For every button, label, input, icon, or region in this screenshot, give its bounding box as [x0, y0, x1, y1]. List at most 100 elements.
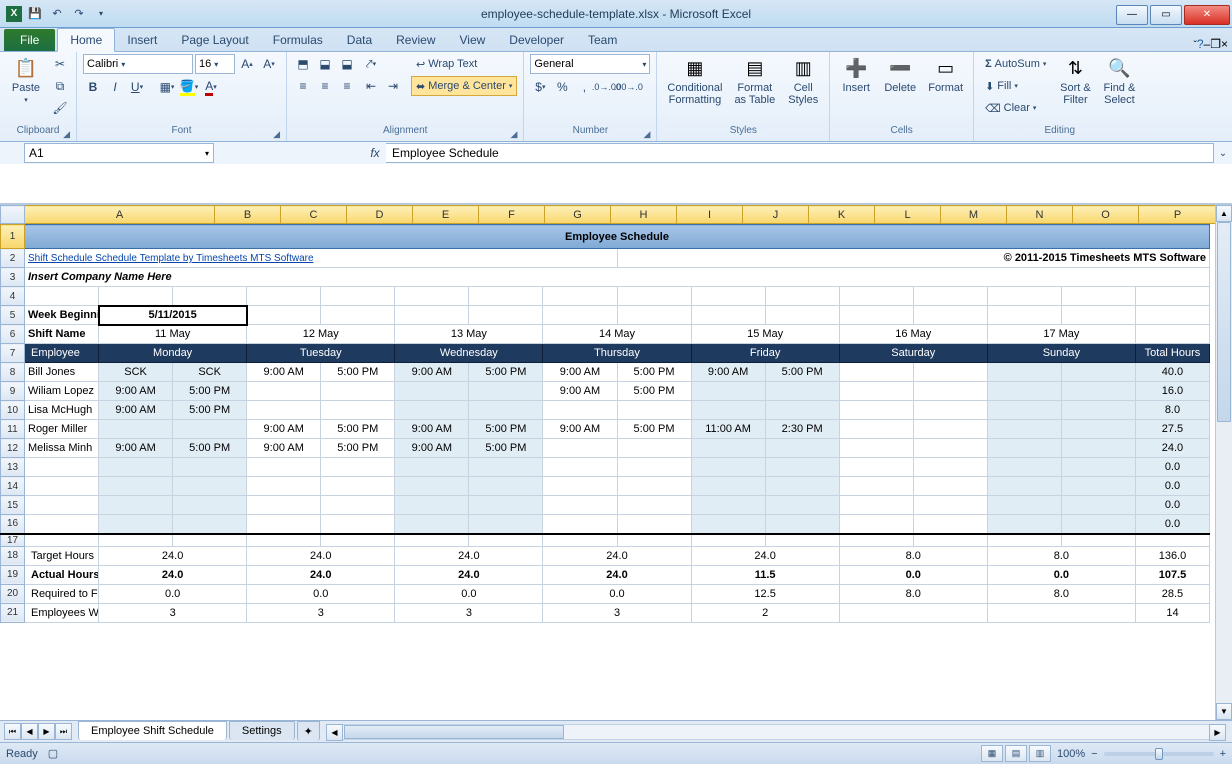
cell[interactable]: [987, 458, 1061, 477]
cell[interactable]: [469, 382, 543, 401]
cell[interactable]: 17 May: [987, 325, 1135, 344]
cell[interactable]: 9:00 AM: [99, 439, 173, 458]
cell[interactable]: [1061, 458, 1135, 477]
cell[interactable]: 136.0: [1135, 546, 1209, 565]
cell[interactable]: [765, 382, 839, 401]
cell[interactable]: [469, 515, 543, 534]
cell[interactable]: [395, 458, 469, 477]
cell[interactable]: 24.0: [247, 565, 395, 584]
cell[interactable]: 5:00 PM: [173, 382, 247, 401]
cell[interactable]: 27.5: [1135, 420, 1209, 439]
new-sheet-button[interactable]: ✦: [297, 721, 320, 741]
cell[interactable]: [839, 363, 913, 382]
cell[interactable]: [469, 477, 543, 496]
cell[interactable]: [839, 534, 913, 547]
hscroll-right-button[interactable]: ▶: [1209, 724, 1226, 741]
shrink-font-button[interactable]: A▾: [259, 54, 279, 74]
cell[interactable]: [247, 306, 321, 325]
save-icon[interactable]: 💾: [26, 5, 44, 23]
cell[interactable]: Employees Working: [25, 603, 99, 622]
cell[interactable]: [395, 401, 469, 420]
col-header[interactable]: J: [743, 206, 809, 224]
cell[interactable]: [173, 477, 247, 496]
macro-record-icon[interactable]: ▢: [48, 747, 58, 760]
grow-font-button[interactable]: A▴: [237, 54, 257, 74]
cell[interactable]: 24.0: [99, 546, 247, 565]
cell[interactable]: [691, 496, 765, 515]
cell[interactable]: 11:00 AM: [691, 420, 765, 439]
cell[interactable]: [247, 534, 321, 547]
cell[interactable]: Wednesday: [395, 344, 543, 363]
cell[interactable]: Lisa McHugh: [25, 401, 99, 420]
cell[interactable]: [765, 306, 839, 325]
cell[interactable]: [25, 534, 99, 547]
cell[interactable]: [1135, 325, 1209, 344]
cell[interactable]: [765, 496, 839, 515]
cell[interactable]: 3: [395, 603, 543, 622]
col-header[interactable]: D: [347, 206, 413, 224]
scroll-thumb[interactable]: [1217, 222, 1231, 422]
cell[interactable]: [691, 458, 765, 477]
cell[interactable]: [247, 477, 321, 496]
cell[interactable]: 24.0: [247, 546, 395, 565]
cell[interactable]: [987, 496, 1061, 515]
cell[interactable]: [765, 458, 839, 477]
cell[interactable]: 9:00 AM: [543, 420, 617, 439]
cell[interactable]: 9:00 AM: [543, 382, 617, 401]
zoom-slider[interactable]: [1104, 752, 1214, 756]
row-header[interactable]: 13: [1, 458, 25, 477]
cell[interactable]: Sunday: [987, 344, 1135, 363]
cell[interactable]: 9:00 AM: [247, 420, 321, 439]
cut-button[interactable]: ✂: [50, 54, 70, 74]
cell[interactable]: 8.0: [987, 584, 1135, 603]
normal-view-button[interactable]: ▦: [981, 745, 1003, 762]
row-header[interactable]: 12: [1, 439, 25, 458]
col-header[interactable]: K: [809, 206, 875, 224]
cell[interactable]: 9:00 AM: [247, 363, 321, 382]
cell[interactable]: 2:30 PM: [765, 420, 839, 439]
cell[interactable]: [321, 306, 395, 325]
cell[interactable]: [839, 477, 913, 496]
cell[interactable]: Week Beginning: [25, 306, 99, 325]
scroll-up-button[interactable]: ▲: [1216, 205, 1232, 222]
clear-button[interactable]: ⌫Clear▾: [980, 98, 1051, 118]
cell[interactable]: 24.0: [543, 565, 691, 584]
cell[interactable]: [987, 477, 1061, 496]
cell[interactable]: [913, 534, 987, 547]
title-cell[interactable]: Employee Schedule: [25, 225, 1210, 249]
cell[interactable]: [173, 496, 247, 515]
cell[interactable]: 5:00 PM: [469, 439, 543, 458]
cell[interactable]: 107.5: [1135, 565, 1209, 584]
cell[interactable]: [173, 287, 247, 306]
row-header[interactable]: 6: [1, 325, 25, 344]
cell[interactable]: 9:00 AM: [395, 439, 469, 458]
cell[interactable]: [469, 534, 543, 547]
cell[interactable]: [913, 439, 987, 458]
cell[interactable]: [691, 534, 765, 547]
cell[interactable]: 14 May: [543, 325, 691, 344]
cell[interactable]: [765, 287, 839, 306]
hscroll-left-button[interactable]: ◀: [326, 724, 343, 741]
delete-cells-button[interactable]: ➖Delete: [880, 54, 920, 96]
cell[interactable]: Thursday: [543, 344, 691, 363]
name-box[interactable]: A1▾: [24, 143, 214, 163]
cell[interactable]: 24.0: [1135, 439, 1209, 458]
template-link[interactable]: Shift Schedule Schedule Template by Time…: [28, 253, 314, 264]
tab-insert[interactable]: Insert: [115, 29, 169, 51]
col-header[interactable]: H: [611, 206, 677, 224]
scroll-down-button[interactable]: ▼: [1216, 703, 1232, 720]
cell[interactable]: 24.0: [395, 565, 543, 584]
font-name-combo[interactable]: Calibri▾: [83, 54, 193, 74]
cell[interactable]: 0.0: [99, 584, 247, 603]
zoom-in-button[interactable]: +: [1220, 748, 1226, 760]
col-header[interactable]: P: [1139, 206, 1216, 224]
cell[interactable]: SCK: [173, 363, 247, 382]
row-header[interactable]: 5: [1, 306, 25, 325]
col-header[interactable]: G: [545, 206, 611, 224]
fill-button[interactable]: ⬇Fill▾: [980, 76, 1051, 96]
cell[interactable]: [321, 477, 395, 496]
col-header[interactable]: M: [941, 206, 1007, 224]
cell[interactable]: [543, 534, 617, 547]
cell[interactable]: 16 May: [839, 325, 987, 344]
number-format-combo[interactable]: General▾: [530, 54, 650, 74]
